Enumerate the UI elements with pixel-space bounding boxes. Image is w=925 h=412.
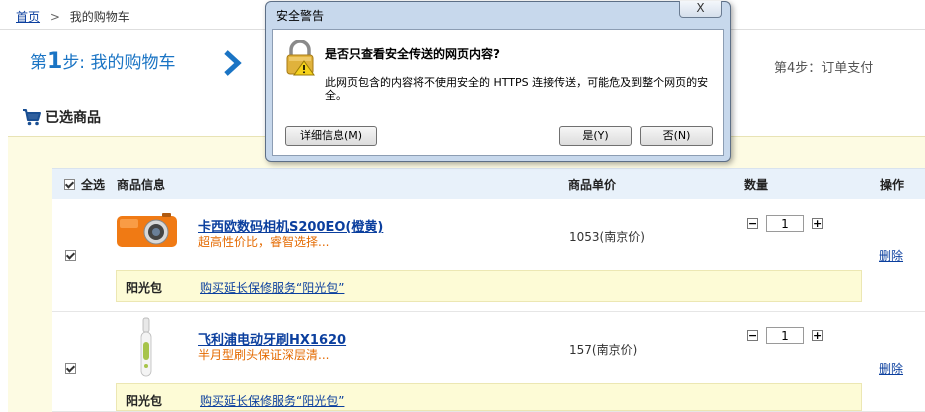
sunshine-label: 阳光包 [126,394,163,408]
no-button[interactable]: 否(N) [640,126,713,146]
sunshine-link[interactable]: 购买延长保修服务“阳光包” [200,392,344,409]
delete-link[interactable]: 删除 [879,360,903,377]
item-description: 半月型刷头保证深层清... [198,348,330,362]
item-checkbox[interactable] [65,363,76,374]
dialog-body: 是否只查看安全传送的网页内容? 此网页包含的内容将不使用安全的 HTTPS 连接… [272,29,724,156]
qty-plus-button[interactable]: + [812,218,823,229]
step-arrow-icon [224,50,242,76]
header-unit-price: 商品单价 [568,178,617,192]
select-all-checkbox[interactable] [64,179,75,190]
dialog-message: 此网页包含的内容将不使用安全的 HTTPS 连接传送，可能危及到整个网页的安全。 [325,76,709,102]
select-all[interactable]: 全选 [64,176,105,193]
sunshine-package-bar: 阳光包 购买延长保修服务“阳光包” [116,383,862,411]
step-1-number: 1 [47,49,63,74]
cart-row: 飞利浦电动牙刷HX1620 半月型刷头保证深层清... 157(南京价) − 1… [52,312,925,412]
breadcrumb-home-link[interactable]: 首页 [16,10,40,24]
item-price: 1053(南京价) [569,230,645,244]
cart-icon [23,109,41,126]
qty-plus-button[interactable]: + [812,330,823,341]
header-product-info: 商品信息 [117,178,166,192]
dialog-close-button[interactable]: X [679,1,722,18]
dialog-title: 安全警告 [276,9,325,23]
qty-minus-button[interactable]: − [747,330,758,341]
delete-link[interactable]: 删除 [879,247,903,264]
details-button[interactable]: 详细信息(M) [285,126,377,146]
breadcrumb-separator: > [49,10,60,24]
sunshine-link[interactable]: 购买延长保修服务“阳光包” [200,279,344,296]
qty-input[interactable]: 1 [766,215,804,232]
camera-thumbnail [117,213,177,247]
cart-table-header: 全选 商品信息 商品单价 数量 操作 [52,168,925,200]
security-warning-dialog: 安全警告 X 是否只查看安全传送的网页内容? 此网页包含的内容将不使用安全的 H… [265,1,731,162]
lock-warning-icon [286,40,315,76]
step-4-label: 第4步：订单支付 [774,61,874,76]
header-quantity: 数量 [744,178,769,192]
quantity-stepper: − 1 + [747,215,823,232]
item-price: 157(南京价) [569,343,638,357]
yes-button[interactable]: 是(Y) [559,126,632,146]
breadcrumb-current: 我的购物车 [69,10,130,24]
header-operation: 操作 [880,178,905,192]
cart-row: 卡西欧数码相机S200EO(橙黄) 超高性价比，睿智选择... 1053(南京价… [52,199,925,312]
qty-minus-button[interactable]: − [747,218,758,229]
selected-items-heading: 已选商品 [22,107,101,127]
quantity-stepper: − 1 + [747,327,823,344]
qty-input[interactable]: 1 [766,327,804,344]
sunshine-package-bar: 阳光包 购买延长保修服务“阳光包” [116,270,862,302]
step-1-label: 第1步: 我的购物车 [30,48,175,74]
step-1-suffix: 步: 我的购物车 [62,53,176,73]
toothbrush-thumbnail [140,317,152,377]
select-all-label: 全选 [81,178,106,192]
sunshine-label: 阳光包 [126,281,163,295]
selected-items-title: 已选商品 [45,110,101,126]
dialog-question: 是否只查看安全传送的网页内容? [325,47,500,61]
item-checkbox[interactable] [65,250,76,261]
item-description: 超高性价比，睿智选择... [198,235,330,249]
step-1-prefix: 第 [30,53,47,73]
breadcrumb: 首页 > 我的购物车 [16,8,130,25]
